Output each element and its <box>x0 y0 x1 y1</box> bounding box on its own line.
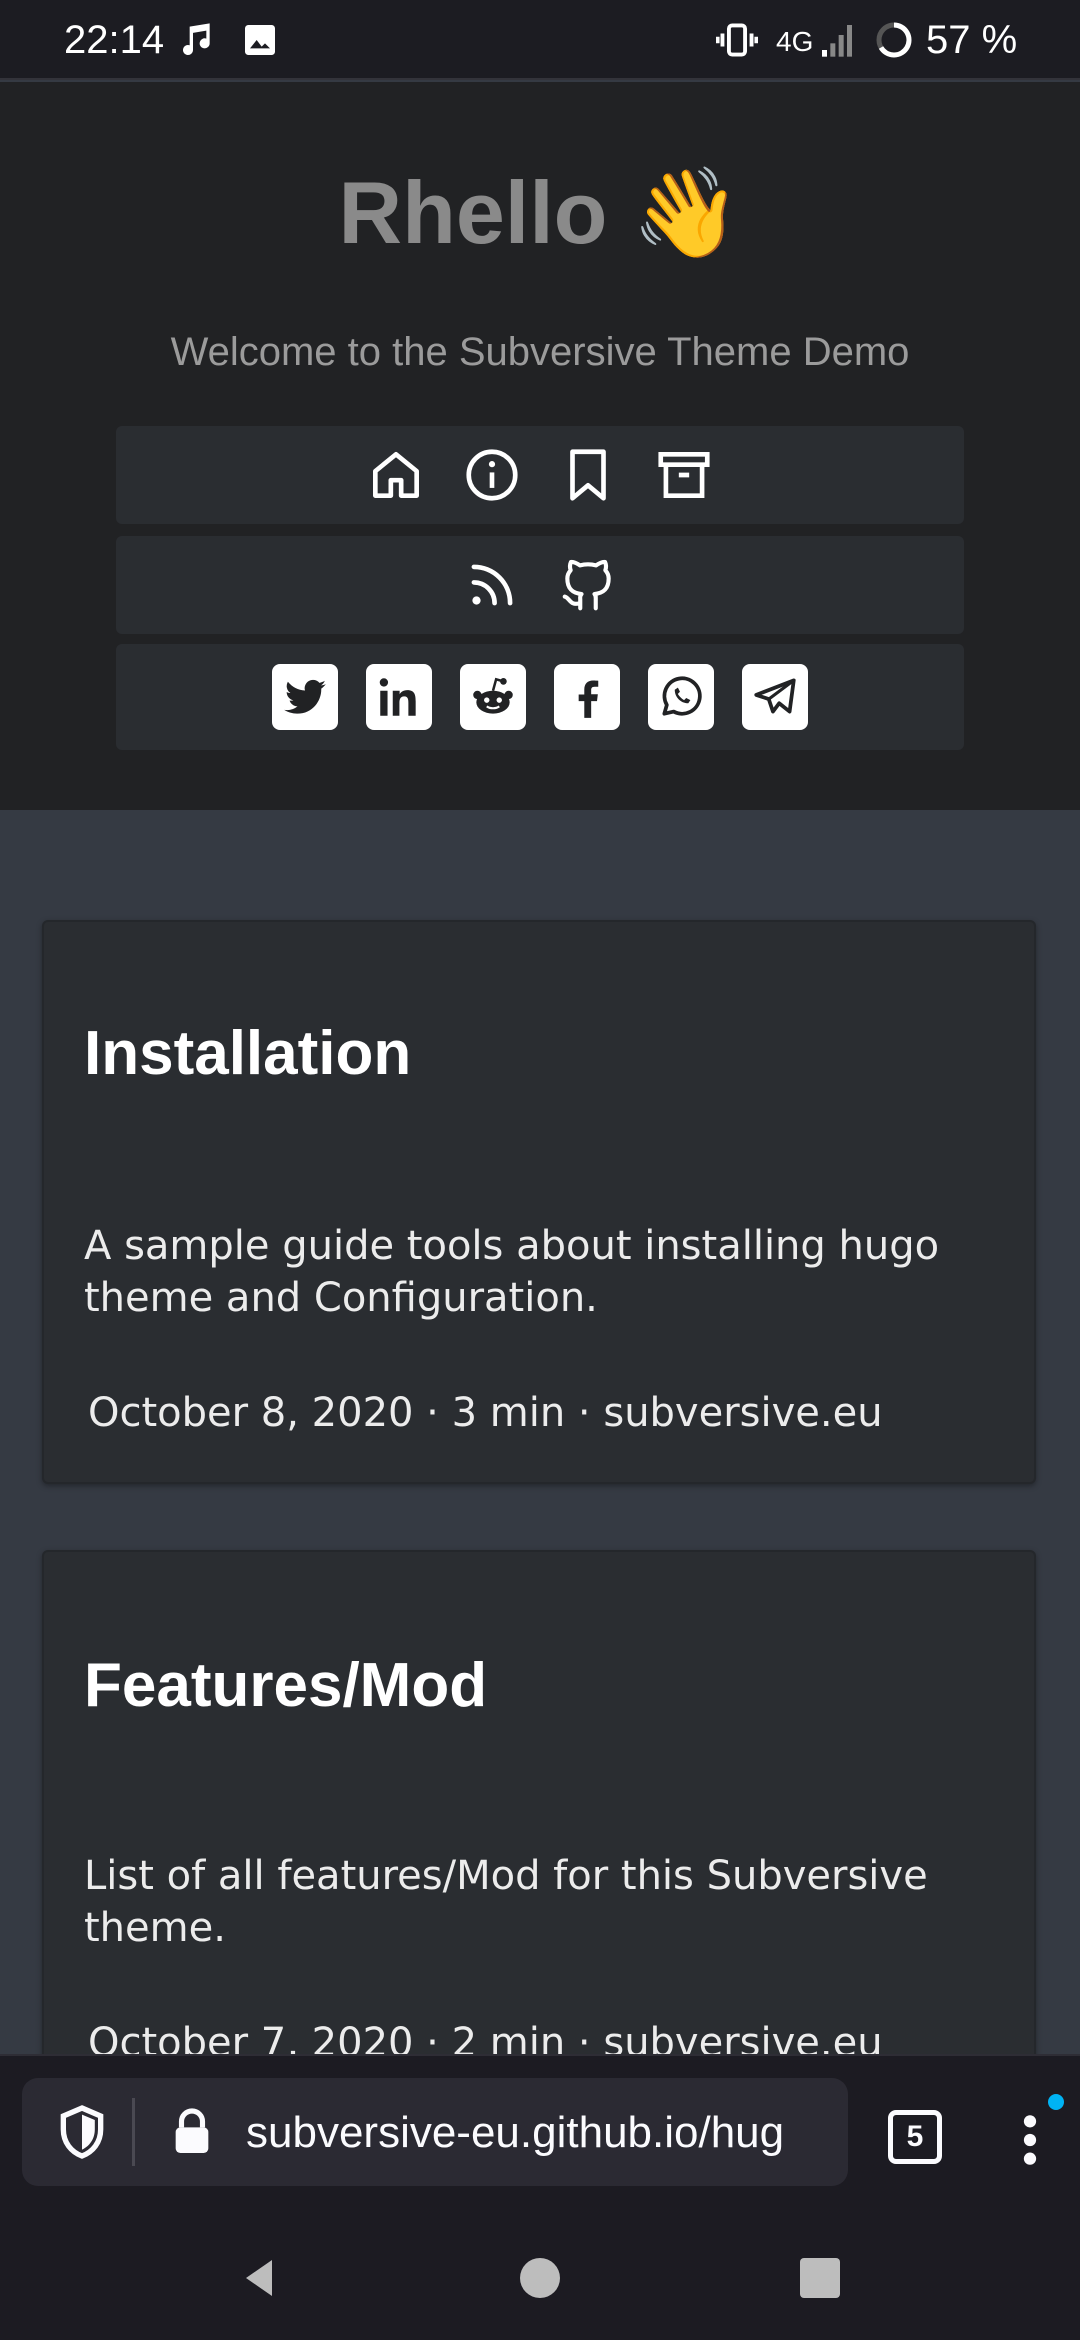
vibrate-icon <box>715 20 759 65</box>
post-summary: A sample guide tools about installing hu… <box>84 1223 940 1321</box>
site-subtitle: Welcome to the Subversive Theme Demo <box>170 330 910 374</box>
browser-toolbar: subversive-eu.github.io/hug 5 <box>0 2054 1080 2214</box>
site-title-text[interactable]: Rhello <box>339 163 608 262</box>
main-menu <box>116 426 964 524</box>
post-title[interactable]: Features/Mod <box>84 1650 487 1721</box>
whatsapp-icon[interactable] <box>648 664 714 730</box>
post-summary: List of all features/Mod for this Subver… <box>84 1853 928 1951</box>
recents-icon[interactable] <box>796 2254 844 2302</box>
url-text[interactable]: subversive-eu.github.io/hug <box>246 2108 836 2158</box>
bookmark-icon[interactable] <box>555 442 621 508</box>
rss-icon[interactable] <box>459 552 525 618</box>
address-bar-divider <box>132 2098 135 2166</box>
back-icon[interactable] <box>236 2254 284 2302</box>
info-icon[interactable] <box>459 442 525 508</box>
network-type: 4G <box>776 26 814 57</box>
waving-hand-emoji: 👋 <box>631 163 742 262</box>
home-icon[interactable] <box>363 442 429 508</box>
twitter-icon[interactable] <box>272 664 338 730</box>
update-indicator-dot <box>1048 2094 1064 2110</box>
system-navigation-bar <box>0 2214 1080 2340</box>
signal-icon <box>820 20 854 65</box>
social-links <box>116 536 964 634</box>
tracking-protection-shield-icon[interactable] <box>50 2100 114 2164</box>
reddit-icon[interactable] <box>460 664 526 730</box>
status-time: 22:14 <box>64 18 165 62</box>
site-title[interactable]: Rhello 👋 <box>0 162 1080 265</box>
music-note-icon <box>178 20 218 65</box>
tab-counter-button[interactable]: 5 <box>888 2110 942 2164</box>
github-icon[interactable] <box>555 552 621 618</box>
post-card-installation[interactable]: Installation A sample guide tools about … <box>42 920 1036 1484</box>
post-meta: October 8, 2020 · 3 min · subversive.eu <box>88 1390 883 1436</box>
site-header: Rhello 👋 Welcome to the Subversive Theme… <box>0 82 1080 810</box>
share-buttons <box>116 644 964 750</box>
overflow-menu-icon[interactable] <box>1010 2108 1050 2172</box>
image-icon <box>240 20 280 65</box>
linkedin-icon[interactable] <box>366 664 432 730</box>
post-card-features[interactable]: Features/Mod List of all features/Mod fo… <box>42 1550 1036 2070</box>
battery-icon <box>874 20 914 65</box>
home-nav-icon[interactable] <box>516 2254 564 2302</box>
facebook-icon[interactable] <box>554 664 620 730</box>
lock-icon[interactable] <box>164 2102 220 2162</box>
status-bar: 22:14 4G 57 % <box>0 0 1080 80</box>
post-title[interactable]: Installation <box>84 1018 411 1089</box>
archive-icon[interactable] <box>651 442 717 508</box>
battery-percent: 57 % <box>926 18 1018 62</box>
telegram-icon[interactable] <box>742 664 808 730</box>
address-bar[interactable]: subversive-eu.github.io/hug <box>22 2078 848 2186</box>
